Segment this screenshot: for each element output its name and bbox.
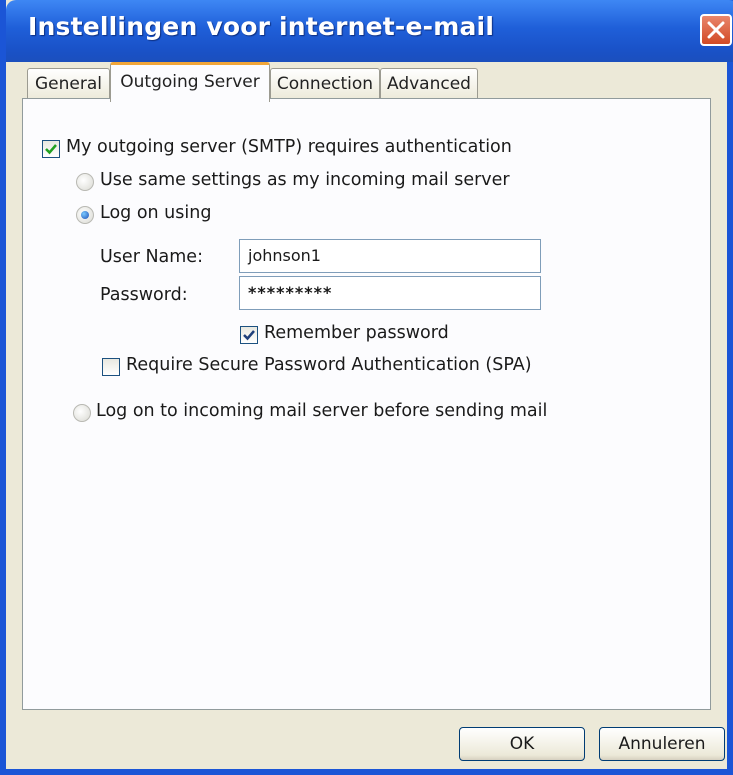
tab-outgoing-server[interactable]: Outgoing Server	[110, 62, 270, 102]
log-on-using-radio[interactable]	[76, 206, 94, 224]
tab-advanced[interactable]: Advanced	[380, 68, 478, 100]
tab-label: Outgoing Server	[120, 72, 260, 92]
log-on-incoming-label[interactable]: Log on to incoming mail server before se…	[96, 401, 547, 421]
same-settings-radio[interactable]	[76, 173, 94, 191]
tab-label: General	[35, 74, 102, 94]
tab-label: Connection	[276, 74, 374, 94]
cancel-button[interactable]: Annuleren	[599, 727, 725, 761]
smtp-auth-checkbox[interactable]	[42, 140, 60, 158]
spa-checkbox[interactable]	[102, 358, 120, 376]
ok-button[interactable]: OK	[459, 727, 585, 761]
spa-label[interactable]: Require Secure Password Authentication (…	[126, 355, 532, 375]
tab-connection[interactable]: Connection	[270, 68, 380, 100]
user-name-input[interactable]: johnson1	[239, 239, 541, 273]
remember-password-label[interactable]: Remember password	[264, 323, 449, 343]
tab-label: Advanced	[387, 74, 471, 94]
smtp-auth-label[interactable]: My outgoing server (SMTP) requires authe…	[66, 137, 512, 157]
password-label: Password:	[100, 285, 188, 305]
remember-password-checkbox[interactable]	[240, 326, 258, 344]
window-title: Instellingen voor internet-e-mail	[28, 12, 495, 41]
checkmark-icon	[243, 330, 255, 341]
tab-general[interactable]: General	[27, 68, 110, 100]
password-input[interactable]: *********	[239, 276, 541, 310]
log-on-using-label[interactable]: Log on using	[100, 203, 211, 223]
user-name-label: User Name:	[100, 247, 203, 267]
same-settings-label[interactable]: Use same settings as my incoming mail se…	[100, 170, 510, 190]
close-button[interactable]	[700, 14, 732, 46]
close-icon	[707, 21, 725, 39]
checkmark-icon	[45, 144, 57, 155]
log-on-incoming-radio[interactable]	[73, 404, 91, 422]
title-bar[interactable]: Instellingen voor internet-e-mail	[6, 0, 733, 62]
radio-dot-icon	[81, 211, 89, 219]
